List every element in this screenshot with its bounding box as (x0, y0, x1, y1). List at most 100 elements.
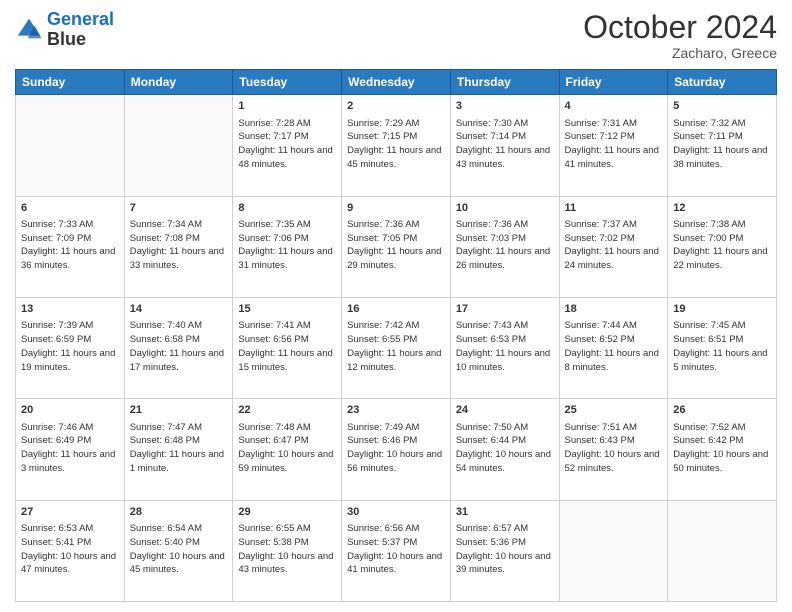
calendar-cell: 17 Sunrise: 7:43 AM Sunset: 6:53 PM Dayli… (450, 297, 559, 398)
calendar-week-2: 6 Sunrise: 7:33 AM Sunset: 7:09 PM Daylig… (16, 196, 777, 297)
location: Zacharo, Greece (583, 45, 777, 61)
day-info: Sunrise: 7:34 AM Sunset: 7:08 PM Dayligh… (130, 218, 228, 273)
day-info: Sunrise: 7:40 AM Sunset: 6:58 PM Dayligh… (130, 319, 228, 374)
calendar-cell: 5 Sunrise: 7:32 AM Sunset: 7:11 PM Daylig… (668, 95, 777, 196)
day-info: Sunrise: 7:36 AM Sunset: 7:03 PM Dayligh… (456, 218, 554, 273)
day-info: Sunrise: 7:30 AM Sunset: 7:14 PM Dayligh… (456, 117, 554, 172)
calendar-cell: 3 Sunrise: 7:30 AM Sunset: 7:14 PM Daylig… (450, 95, 559, 196)
day-info: Sunrise: 7:28 AM Sunset: 7:17 PM Dayligh… (238, 117, 336, 172)
day-number: 15 (238, 302, 336, 317)
day-number: 7 (130, 201, 228, 216)
day-info: Sunrise: 7:33 AM Sunset: 7:09 PM Dayligh… (21, 218, 119, 273)
day-number: 14 (130, 302, 228, 317)
calendar-cell: 26Sunrise: 7:52 AM Sunset: 6:42 PM Dayli… (668, 399, 777, 500)
day-number: 10 (456, 201, 554, 216)
month-title: October 2024 (583, 10, 777, 45)
day-info: Sunrise: 7:37 AM Sunset: 7:02 PM Dayligh… (565, 218, 663, 273)
day-number: 4 (565, 99, 663, 114)
day-number: 20 (21, 403, 119, 418)
day-number: 3 (456, 99, 554, 114)
day-of-week-wednesday: Wednesday (342, 70, 451, 95)
calendar-cell: 28 Sunrise: 6:54 AM Sunset: 5:40 PM Dayli… (124, 500, 233, 601)
day-number: 25 (565, 403, 663, 418)
day-number: 24 (456, 403, 554, 418)
calendar-header-row: SundayMondayTuesdayWednesdayThursdayFrid… (16, 70, 777, 95)
calendar: SundayMondayTuesdayWednesdayThursdayFrid… (15, 69, 777, 602)
day-info: Sunrise: 7:36 AM Sunset: 7:05 PM Dayligh… (347, 218, 445, 273)
day-info: Sunrise: 7:50 AM Sunset: 6:44 PM Dayligh… (456, 421, 554, 476)
calendar-cell: 21 Sunrise: 7:47 AM Sunset: 6:48 PM Dayli… (124, 399, 233, 500)
calendar-cell (559, 500, 668, 601)
day-number: 1 (238, 99, 336, 114)
title-block: October 2024 Zacharo, Greece (583, 10, 777, 61)
calendar-cell: 4Sunrise: 7:31 AM Sunset: 7:12 PM Daylig… (559, 95, 668, 196)
calendar-cell: 24 Sunrise: 7:50 AM Sunset: 6:44 PM Dayli… (450, 399, 559, 500)
calendar-cell (16, 95, 125, 196)
day-info: Sunrise: 7:38 AM Sunset: 7:00 PM Dayligh… (673, 218, 771, 273)
day-number: 23 (347, 403, 445, 418)
day-number: 5 (673, 99, 771, 114)
day-of-week-saturday: Saturday (668, 70, 777, 95)
calendar-cell: 8 Sunrise: 7:35 AM Sunset: 7:06 PM Daylig… (233, 196, 342, 297)
day-info: Sunrise: 6:53 AM Sunset: 5:41 PM Dayligh… (21, 522, 119, 577)
day-info: Sunrise: 7:51 AM Sunset: 6:43 PM Dayligh… (565, 421, 663, 476)
calendar-cell: 9 Sunrise: 7:36 AM Sunset: 7:05 PM Daylig… (342, 196, 451, 297)
day-info: Sunrise: 6:56 AM Sunset: 5:37 PM Dayligh… (347, 522, 445, 577)
day-info: Sunrise: 6:54 AM Sunset: 5:40 PM Dayligh… (130, 522, 228, 577)
day-info: Sunrise: 7:43 AM Sunset: 6:53 PM Dayligh… (456, 319, 554, 374)
day-number: 29 (238, 505, 336, 520)
day-info: Sunrise: 7:45 AM Sunset: 6:51 PM Dayligh… (673, 319, 771, 374)
day-number: 19 (673, 302, 771, 317)
day-number: 30 (347, 505, 445, 520)
day-number: 8 (238, 201, 336, 216)
day-number: 2 (347, 99, 445, 114)
day-info: Sunrise: 7:42 AM Sunset: 6:55 PM Dayligh… (347, 319, 445, 374)
calendar-cell: 29Sunrise: 6:55 AM Sunset: 5:38 PM Dayli… (233, 500, 342, 601)
calendar-cell: 25 Sunrise: 7:51 AM Sunset: 6:43 PM Dayli… (559, 399, 668, 500)
day-of-week-sunday: Sunday (16, 70, 125, 95)
day-number: 28 (130, 505, 228, 520)
calendar-cell: 13 Sunrise: 7:39 AM Sunset: 6:59 PM Dayli… (16, 297, 125, 398)
day-info: Sunrise: 7:47 AM Sunset: 6:48 PM Dayligh… (130, 421, 228, 476)
logo-icon (15, 16, 43, 44)
page: General Blue October 2024 Zacharo, Greec… (0, 0, 792, 612)
day-number: 11 (565, 201, 663, 216)
calendar-cell: 27Sunrise: 6:53 AM Sunset: 5:41 PM Dayli… (16, 500, 125, 601)
header: General Blue October 2024 Zacharo, Greec… (15, 10, 777, 61)
day-number: 21 (130, 403, 228, 418)
day-info: Sunrise: 7:41 AM Sunset: 6:56 PM Dayligh… (238, 319, 336, 374)
day-number: 6 (21, 201, 119, 216)
day-info: Sunrise: 7:32 AM Sunset: 7:11 PM Dayligh… (673, 117, 771, 172)
day-of-week-tuesday: Tuesday (233, 70, 342, 95)
calendar-cell: 14 Sunrise: 7:40 AM Sunset: 6:58 PM Dayli… (124, 297, 233, 398)
calendar-week-5: 27Sunrise: 6:53 AM Sunset: 5:41 PM Dayli… (16, 500, 777, 601)
day-info: Sunrise: 7:39 AM Sunset: 6:59 PM Dayligh… (21, 319, 119, 374)
day-info: Sunrise: 7:29 AM Sunset: 7:15 PM Dayligh… (347, 117, 445, 172)
day-info: Sunrise: 7:52 AM Sunset: 6:42 PM Dayligh… (673, 421, 771, 476)
day-info: Sunrise: 7:49 AM Sunset: 6:46 PM Dayligh… (347, 421, 445, 476)
calendar-cell: 16 Sunrise: 7:42 AM Sunset: 6:55 PM Dayli… (342, 297, 451, 398)
day-number: 12 (673, 201, 771, 216)
day-info: Sunrise: 7:44 AM Sunset: 6:52 PM Dayligh… (565, 319, 663, 374)
day-number: 16 (347, 302, 445, 317)
logo-text: General Blue (47, 10, 114, 50)
calendar-cell (124, 95, 233, 196)
day-of-week-thursday: Thursday (450, 70, 559, 95)
day-of-week-friday: Friday (559, 70, 668, 95)
calendar-cell: 10 Sunrise: 7:36 AM Sunset: 7:03 PM Dayli… (450, 196, 559, 297)
calendar-week-1: 1 Sunrise: 7:28 AM Sunset: 7:17 PM Daylig… (16, 95, 777, 196)
day-number: 13 (21, 302, 119, 317)
day-number: 9 (347, 201, 445, 216)
calendar-cell: 30 Sunrise: 6:56 AM Sunset: 5:37 PM Dayli… (342, 500, 451, 601)
day-number: 17 (456, 302, 554, 317)
day-info: Sunrise: 7:35 AM Sunset: 7:06 PM Dayligh… (238, 218, 336, 273)
day-info: Sunrise: 7:46 AM Sunset: 6:49 PM Dayligh… (21, 421, 119, 476)
calendar-week-3: 13 Sunrise: 7:39 AM Sunset: 6:59 PM Dayli… (16, 297, 777, 398)
calendar-cell: 20 Sunrise: 7:46 AM Sunset: 6:49 PM Dayli… (16, 399, 125, 500)
day-info: Sunrise: 7:48 AM Sunset: 6:47 PM Dayligh… (238, 421, 336, 476)
day-of-week-monday: Monday (124, 70, 233, 95)
calendar-cell: 12 Sunrise: 7:38 AM Sunset: 7:00 PM Dayli… (668, 196, 777, 297)
calendar-cell: 7 Sunrise: 7:34 AM Sunset: 7:08 PM Daylig… (124, 196, 233, 297)
calendar-cell: 31Sunrise: 6:57 AM Sunset: 5:36 PM Dayli… (450, 500, 559, 601)
logo: General Blue (15, 10, 114, 50)
